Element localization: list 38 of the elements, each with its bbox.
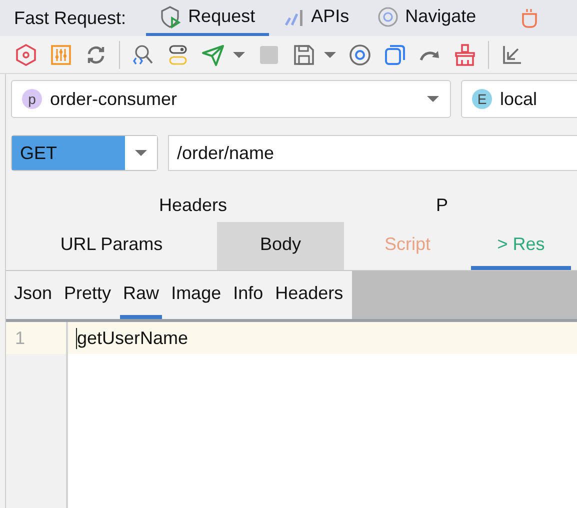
caret-icon[interactable] (232, 50, 246, 60)
plugin-tab[interactable]: Request (146, 0, 270, 36)
send-icon[interactable] (201, 42, 225, 66)
project-badge: p (22, 89, 42, 109)
target-icon[interactable] (348, 42, 372, 66)
copy-icon[interactable] (383, 42, 407, 66)
broom-icon[interactable] (453, 42, 477, 66)
plugin-tab[interactable]: APIs (269, 0, 364, 36)
sliders-icon[interactable] (49, 42, 73, 66)
line-number: 1 (15, 328, 26, 348)
response-tab[interactable]: Image (168, 271, 224, 319)
editor-tab[interactable]: URL Params (6, 222, 217, 270)
editor-tab[interactable]: Body (217, 222, 344, 270)
method-select[interactable]: GET (11, 135, 158, 171)
code-line: getUserName (76, 328, 188, 348)
section-tab[interactable]: P (436, 194, 448, 216)
dropdown-arrow-icon[interactable] (134, 148, 148, 158)
section-tab[interactable]: Headers (159, 194, 228, 216)
dropdown-arrow-icon[interactable] (426, 94, 440, 104)
url-field[interactable]: /order/name (168, 135, 577, 171)
project-name: order-consumer (50, 88, 178, 110)
environment-badge: E (472, 89, 492, 109)
project-select[interactable]: p order-consumer (11, 80, 451, 118)
environment-name: local (500, 88, 538, 110)
response-tab[interactable]: Pretty (61, 271, 114, 319)
response-editor[interactable]: 1 getUserName (6, 322, 577, 508)
code-search-icon[interactable] (131, 42, 155, 66)
caret-icon[interactable] (323, 50, 337, 60)
save-icon[interactable] (292, 42, 316, 66)
response-tab[interactable]: Info (230, 271, 266, 319)
hexagon-icon[interactable] (14, 42, 38, 66)
target-icon (377, 6, 400, 28)
response-tab[interactable]: Headers (272, 271, 346, 319)
plugin-title: Fast Request: (14, 8, 126, 28)
plugin-tab[interactable]: Navigate (363, 0, 490, 36)
environment-select[interactable]: E local (461, 80, 577, 118)
response-tab[interactable]: Json (11, 271, 56, 319)
shield-play-icon (160, 4, 182, 28)
